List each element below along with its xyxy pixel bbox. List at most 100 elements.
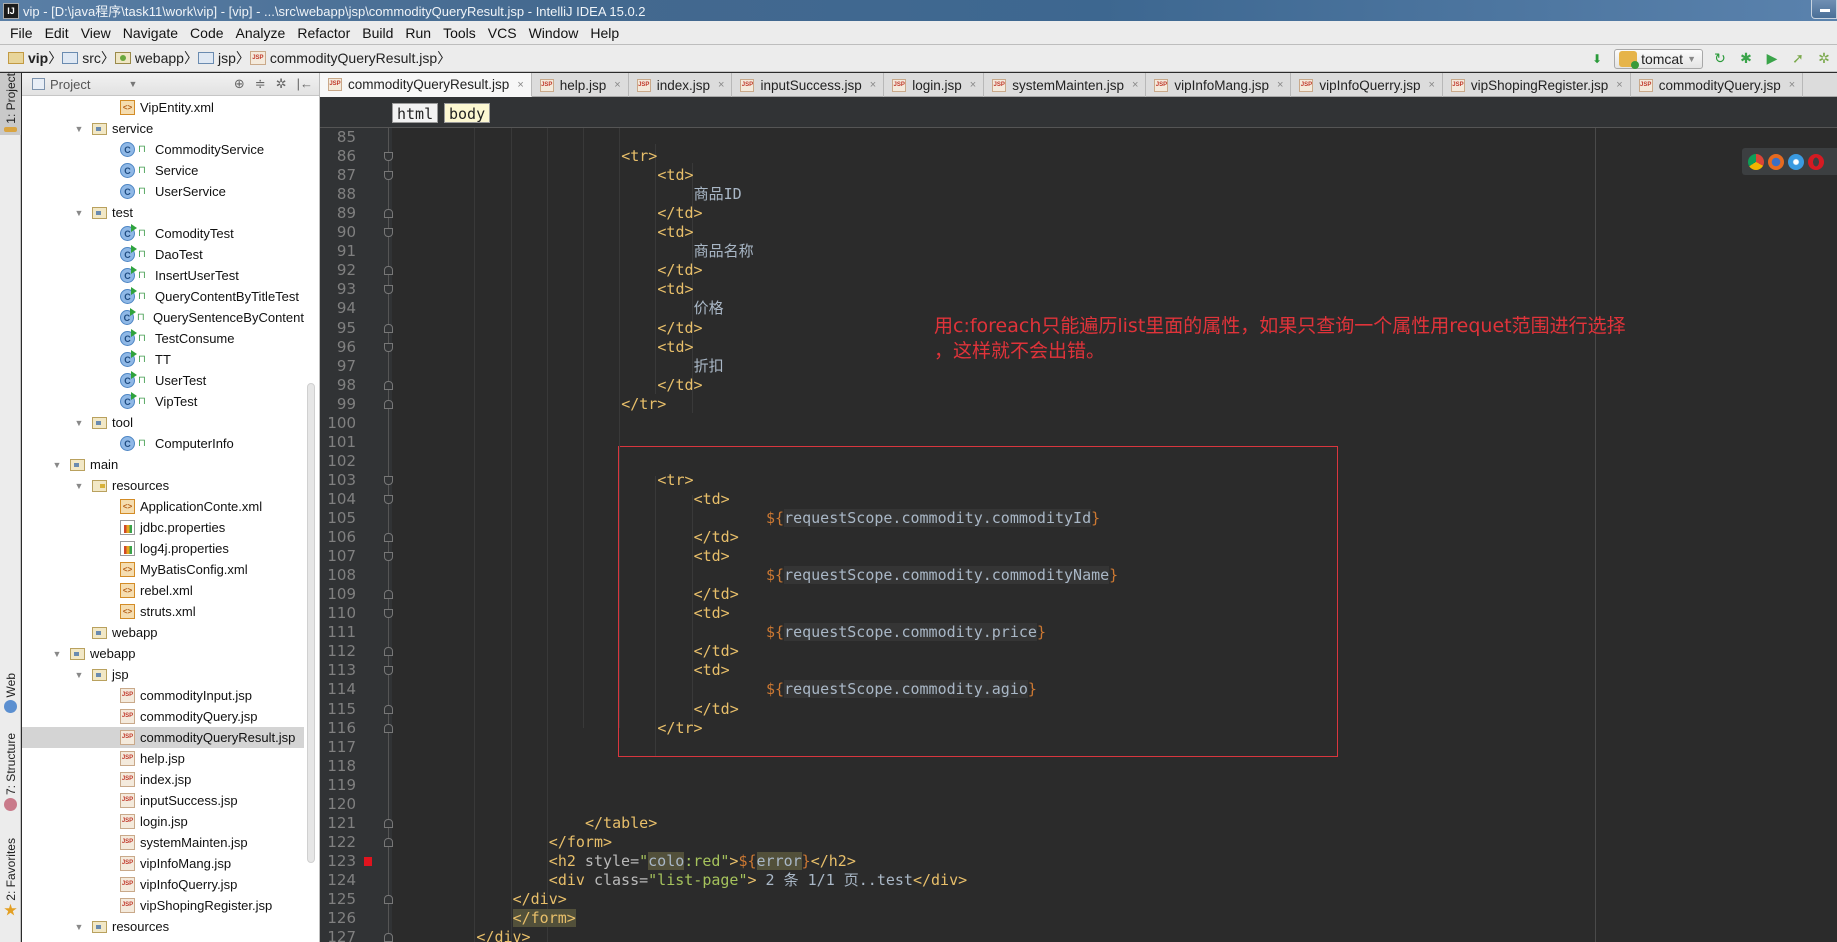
menu-run[interactable]: Run [399, 25, 437, 41]
tree-item[interactable]: ▼ webapp [22, 643, 304, 664]
tree-item[interactable]: <> VipEntity.xml [22, 97, 304, 118]
tree-item[interactable]: C ⊓ UserService [22, 181, 304, 202]
fold-collapse-icon[interactable] [384, 342, 393, 352]
tree-item[interactable]: ▼ jsp [22, 664, 304, 685]
menu-analyze[interactable]: Analyze [230, 25, 292, 41]
fold-end-icon[interactable] [384, 704, 393, 714]
tree-item[interactable]: JSP commodityQuery.jsp [22, 706, 304, 727]
tree-item[interactable]: C ⊓ QuerySentenceByContent [22, 307, 304, 328]
fold-end-icon[interactable] [384, 895, 393, 904]
fold-collapse-icon[interactable] [384, 475, 393, 485]
fold-end-icon[interactable] [384, 723, 393, 733]
error-marker-icon[interactable] [364, 856, 372, 866]
run-configuration-select[interactable]: tomcat ▼ [1614, 48, 1703, 69]
editor-tab[interactable]: JSP index.jsp × [629, 73, 733, 97]
close-tab-icon[interactable]: × [1277, 79, 1283, 91]
tree-item[interactable]: C ⊓ VipTest [22, 391, 304, 412]
tag-crumb-html[interactable]: html [392, 103, 439, 123]
tool-window-favorites-button[interactable]: 2: Favorites [0, 838, 21, 920]
tool-window-web-button[interactable]: Web [0, 673, 21, 716]
tree-item[interactable]: webapp [22, 622, 304, 643]
close-tab-icon[interactable]: × [1789, 79, 1795, 91]
menu-navigate[interactable]: Navigate [117, 25, 184, 41]
menu-edit[interactable]: Edit [39, 25, 75, 41]
nav-crumb-commodityqueryresult-jsp[interactable]: JSP commodityQueryResult.jsp [249, 50, 437, 66]
menu-help[interactable]: Help [584, 25, 625, 41]
editor-tab[interactable]: JSP commodityQueryResult.jsp × [320, 73, 532, 97]
expand-arrow-icon[interactable]: ▼ [74, 922, 84, 932]
tag-crumb-body[interactable]: body [444, 103, 491, 123]
editor-tab[interactable]: JSP vipShopingRegister.jsp × [1443, 73, 1631, 97]
sort-icon[interactable]: ⬇ [1588, 50, 1606, 68]
close-tab-icon[interactable]: × [718, 79, 724, 91]
tree-item[interactable]: JSP login.jsp [22, 811, 304, 832]
fold-end-icon[interactable] [384, 590, 393, 600]
tree-item[interactable]: JSP commodityInput.jsp [22, 685, 304, 706]
fold-collapse-icon[interactable] [384, 666, 393, 676]
expand-arrow-icon[interactable]: ▼ [74, 208, 84, 218]
fold-collapse-icon[interactable] [384, 609, 393, 619]
editor-tab[interactable]: JSP help.jsp × [532, 73, 629, 97]
close-tab-icon[interactable]: × [1132, 79, 1138, 91]
tree-item[interactable]: JSP vipInfoMang.jsp [22, 853, 304, 874]
tree-item[interactable]: C ⊓ TT [22, 349, 304, 370]
fold-collapse-icon[interactable] [384, 152, 393, 162]
fold-collapse-icon[interactable] [384, 494, 393, 504]
close-tab-icon[interactable]: × [517, 79, 523, 91]
menu-build[interactable]: Build [356, 25, 399, 41]
tree-item[interactable]: JSP vipShopingRegister.jsp [22, 895, 304, 916]
tree-item[interactable]: JSP inputSuccess.jsp [22, 790, 304, 811]
expand-arrow-icon[interactable]: ▼ [74, 481, 84, 491]
fold-end-icon[interactable] [384, 209, 393, 219]
tree-item[interactable]: JSP help.jsp [22, 748, 304, 769]
nav-crumb-jsp[interactable]: jsp [197, 50, 236, 66]
fold-end-icon[interactable] [384, 933, 393, 942]
rerun-icon[interactable]: ↻ [1711, 50, 1729, 68]
tree-item[interactable]: C ⊓ QueryContentByTitleTest [22, 286, 304, 307]
close-tab-icon[interactable]: × [614, 79, 620, 91]
jrebel-run-icon[interactable]: ➚ [1789, 50, 1807, 68]
project-view-select[interactable]: Project [50, 77, 90, 92]
scroll-from-source-icon[interactable]: ⊕ [234, 76, 245, 92]
close-tab-icon[interactable]: × [1616, 79, 1622, 91]
tree-item[interactable]: JSP vipInfoQuerry.jsp [22, 874, 304, 895]
tree-item[interactable]: <> rebel.xml [22, 580, 304, 601]
editor-tab[interactable]: JSP inputSuccess.jsp × [732, 73, 885, 97]
fold-end-icon[interactable] [384, 266, 393, 276]
tree-item[interactable]: ▼ service [22, 118, 304, 139]
fold-collapse-icon[interactable] [384, 285, 393, 295]
tree-item[interactable]: C ⊓ UserTest [22, 370, 304, 391]
menu-refactor[interactable]: Refactor [291, 25, 356, 41]
tool-window-structure-button[interactable]: 7: Structure [0, 733, 21, 814]
close-tab-icon[interactable]: × [1428, 79, 1434, 91]
expand-arrow-icon[interactable]: ▼ [74, 670, 84, 680]
fold-end-icon[interactable] [384, 837, 393, 847]
minimize-button[interactable] [1811, 0, 1837, 19]
tree-item[interactable]: C ⊓ TestConsume [22, 328, 304, 349]
fold-end-icon[interactable] [384, 399, 393, 409]
project-tree-scrollbar[interactable] [307, 383, 315, 863]
fold-end-icon[interactable] [384, 818, 393, 828]
fold-end-icon[interactable] [384, 380, 393, 390]
menu-view[interactable]: View [75, 25, 117, 41]
editor-tab[interactable]: JSP vipInfoQuerry.jsp × [1291, 73, 1443, 97]
tool-window-project-button[interactable]: 1: Project [0, 73, 21, 135]
tree-item[interactable]: ▼ tool [22, 412, 304, 433]
code-editor[interactable]: 用c:foreach只能遍历list里面的属性，如果只查询一个属性用requet… [320, 128, 1837, 942]
jrebel-debug-icon[interactable]: ✲ [1815, 50, 1833, 68]
expand-arrow-icon[interactable]: ▼ [74, 124, 84, 134]
tree-item[interactable]: log4j.properties [22, 538, 304, 559]
fold-end-icon[interactable] [384, 647, 393, 657]
menu-window[interactable]: Window [523, 25, 585, 41]
nav-crumb-vip[interactable]: vip [8, 50, 48, 66]
tree-item[interactable]: C ⊓ InsertUserTest [22, 265, 304, 286]
expand-arrow-icon[interactable]: ▼ [74, 418, 84, 428]
tree-item[interactable]: C ⊓ ComodityTest [22, 223, 304, 244]
menu-vcs[interactable]: VCS [482, 25, 523, 41]
tree-item[interactable]: ▼ test [22, 202, 304, 223]
nav-crumb-src[interactable]: src [62, 50, 101, 66]
collapse-all-icon[interactable]: ≑ [255, 76, 266, 92]
tree-item[interactable]: ▼ resources [22, 916, 304, 937]
nav-crumb-webapp[interactable]: webapp [114, 50, 184, 66]
close-tab-icon[interactable]: × [870, 79, 876, 91]
